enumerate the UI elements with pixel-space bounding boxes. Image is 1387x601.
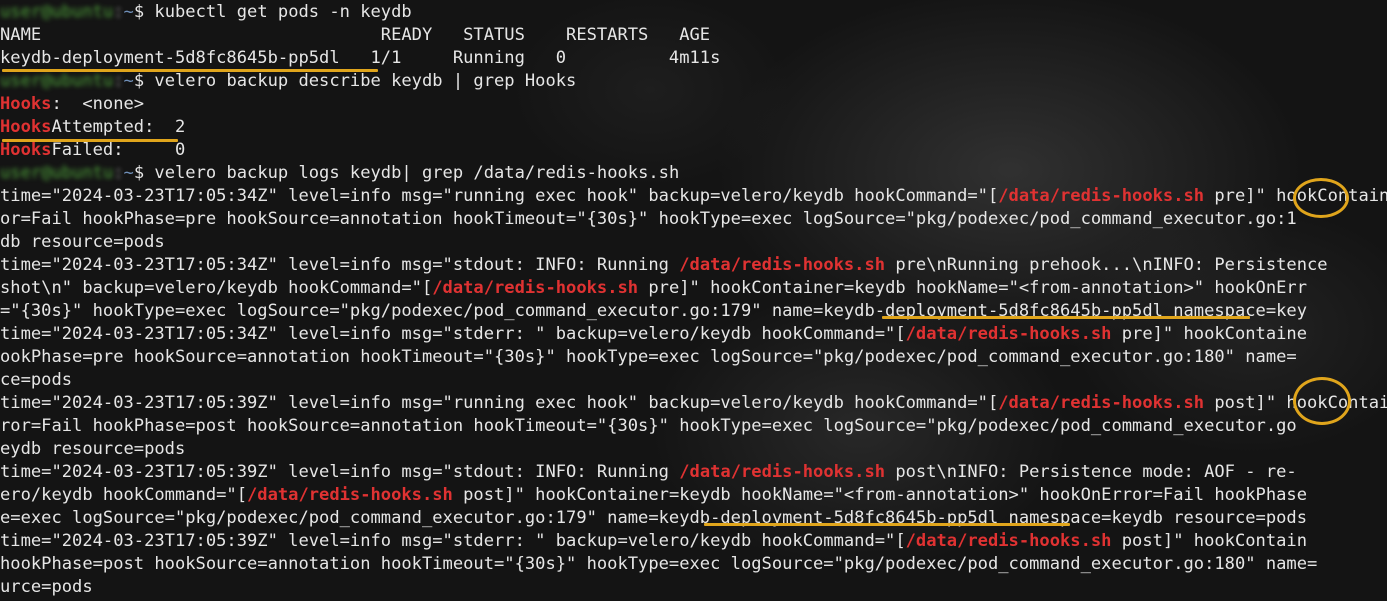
- output-text: pre]" hookContaine: [1111, 324, 1308, 344]
- output-line: time="2024-03-23T17:05:39Z" level=info m…: [0, 461, 1297, 484]
- output-text: pre]" hookContainer=keydb hookName="<fro…: [638, 278, 1308, 298]
- prompt-path: ~: [123, 71, 134, 91]
- output-text: e=exec logSource="pkg/podexec/pod_comman…: [0, 508, 1307, 528]
- output-line: ookPhase=pre hookSource=annotation hookT…: [0, 346, 1297, 369]
- output-text: post]" hookContain: [1111, 531, 1308, 551]
- output-text: ce=pods: [0, 370, 73, 390]
- circle-post-annotation: [1293, 377, 1351, 425]
- output-text: urce=pods: [0, 577, 93, 597]
- output-line: ror=Fail hookPhase=post hookSource=annot…: [0, 415, 1297, 438]
- output-text: time="2024-03-23T17:05:34Z" level=info m…: [0, 255, 680, 275]
- underline-deployment-name-1: [882, 316, 1250, 319]
- output-text: time="2024-03-23T17:05:39Z" level=info m…: [0, 531, 906, 551]
- output-text: db resource=pods: [0, 232, 165, 252]
- output-text: time="2024-03-23T17:05:39Z" level=info m…: [0, 462, 680, 482]
- prompt-dollar: $: [133, 2, 145, 22]
- output-text: Attempted: 2: [51, 117, 186, 137]
- output-line: shot\n" backup=velero/keydb hookCommand=…: [0, 277, 1307, 300]
- grep-match-highlight: /data/redis-hooks.sh: [432, 278, 639, 298]
- output-line: hookPhase=post hookSource=annotation hoo…: [0, 553, 1317, 576]
- command-text: velero backup logs keydb| grep /data/red…: [144, 163, 680, 183]
- prompt-path: ~: [123, 163, 134, 183]
- output-text: ookPhase=pre hookSource=annotation hookT…: [0, 347, 1297, 367]
- output-text: pre\nRunning prehook...\nINFO: Persisten…: [885, 255, 1328, 275]
- output-text: time="2024-03-23T17:05:34Z" level=info m…: [0, 324, 906, 344]
- output-line: HooksFailed: 0: [0, 139, 185, 162]
- output-line: ce=pods: [0, 369, 72, 392]
- output-text: Failed: 0: [51, 140, 186, 160]
- output-text: or=Fail hookPhase=pre hookSource=annotat…: [0, 209, 1297, 229]
- prompt-userhost: user@ubuntu: [0, 71, 114, 91]
- grep-match-highlight: /data/redis-hooks.sh: [998, 393, 1205, 413]
- output-line: keydb-deployment-5d8fc8645b-pp5dl 1/1 Ru…: [0, 47, 720, 70]
- grep-match-highlight: Hooks: [0, 140, 52, 160]
- output-text: post]" hookContainer=keydb hookName="<fr…: [452, 485, 1308, 505]
- prompt-userhost: user@ubuntu: [0, 2, 114, 22]
- output-text: keydb-deployment-5d8fc8645b-pp5dl 1/1 Ru…: [0, 48, 721, 68]
- output-line: time="2024-03-23T17:05:34Z" level=info m…: [0, 323, 1307, 346]
- output-text: hookPhase=post hookSource=annotation hoo…: [0, 554, 1318, 574]
- output-line: e=exec logSource="pkg/podexec/pod_comman…: [0, 507, 1307, 530]
- grep-match-highlight: Hooks: [0, 117, 52, 137]
- output-line: ="{30s}" hookType=exec logSource="pkg/po…: [0, 300, 1307, 323]
- command-text: velero backup describe keydb | grep Hook…: [144, 71, 577, 91]
- prompt-path: ~: [123, 2, 134, 22]
- output-line: time="2024-03-23T17:05:39Z" level=info m…: [0, 392, 1387, 415]
- prompt-separator: :: [113, 2, 124, 22]
- output-line: Hooks: <none>: [0, 93, 144, 116]
- grep-match-highlight: Hooks: [0, 94, 52, 114]
- output-line: eydb resource=pods: [0, 438, 185, 461]
- command-text: kubectl get pods -n keydb: [144, 2, 412, 22]
- circle-pre-annotation: [1293, 178, 1349, 218]
- grep-match-highlight: /data/redis-hooks.sh: [905, 531, 1112, 551]
- output-text: post\nINFO: Persistence mode: AOF - re-: [885, 462, 1297, 482]
- prompt-dollar: $: [133, 71, 145, 91]
- output-line: NAME READY STATUS RESTARTS AGE: [0, 24, 710, 47]
- prompt-line: user@ubuntu:~$ velero backup describe ke…: [0, 70, 576, 93]
- prompt-separator: :: [113, 71, 124, 91]
- prompt-separator: :: [113, 163, 124, 183]
- prompt-dollar: $: [133, 163, 145, 183]
- grep-match-highlight: /data/redis-hooks.sh: [998, 186, 1205, 206]
- output-line: db resource=pods: [0, 231, 165, 254]
- prompt-line: user@ubuntu:~$ velero backup logs keydb|…: [0, 162, 679, 185]
- output-text: eydb resource=pods: [0, 439, 186, 459]
- output-line: urce=pods: [0, 576, 93, 599]
- output-line: or=Fail hookPhase=pre hookSource=annotat…: [0, 208, 1297, 231]
- prompt-userhost: user@ubuntu: [0, 163, 114, 183]
- underline-hooks-attempted: [2, 139, 178, 142]
- output-text: NAME READY STATUS RESTARTS AGE: [0, 25, 711, 45]
- grep-match-highlight: /data/redis-hooks.sh: [679, 255, 886, 275]
- output-text: time="2024-03-23T17:05:34Z" level=info m…: [0, 186, 999, 206]
- output-line: HooksAttempted: 2: [0, 116, 185, 139]
- output-text: : <none>: [51, 94, 145, 114]
- output-text: ero/keydb hookCommand="[: [0, 485, 247, 505]
- prompt-line: user@ubuntu:~$ kubectl get pods -n keydb: [0, 1, 412, 24]
- output-line: ero/keydb hookCommand="[/data/redis-hook…: [0, 484, 1307, 507]
- underline-deployment-name-2: [704, 523, 1070, 526]
- output-line: time="2024-03-23T17:05:34Z" level=info m…: [0, 185, 1387, 208]
- output-line: time="2024-03-23T17:05:34Z" level=info m…: [0, 254, 1328, 277]
- output-text: time="2024-03-23T17:05:39Z" level=info m…: [0, 393, 999, 413]
- output-text: shot\n" backup=velero/keydb hookCommand=…: [0, 278, 433, 298]
- grep-match-highlight: /data/redis-hooks.sh: [679, 462, 886, 482]
- output-text: ror=Fail hookPhase=post hookSource=annot…: [0, 416, 1297, 436]
- grep-match-highlight: /data/redis-hooks.sh: [905, 324, 1112, 344]
- terminal-window[interactable]: user@ubuntu:~$ kubectl get pods -n keydb…: [0, 0, 1387, 601]
- underline-pod-name: [2, 69, 378, 72]
- grep-match-highlight: /data/redis-hooks.sh: [247, 485, 453, 505]
- output-line: time="2024-03-23T17:05:39Z" level=info m…: [0, 530, 1307, 553]
